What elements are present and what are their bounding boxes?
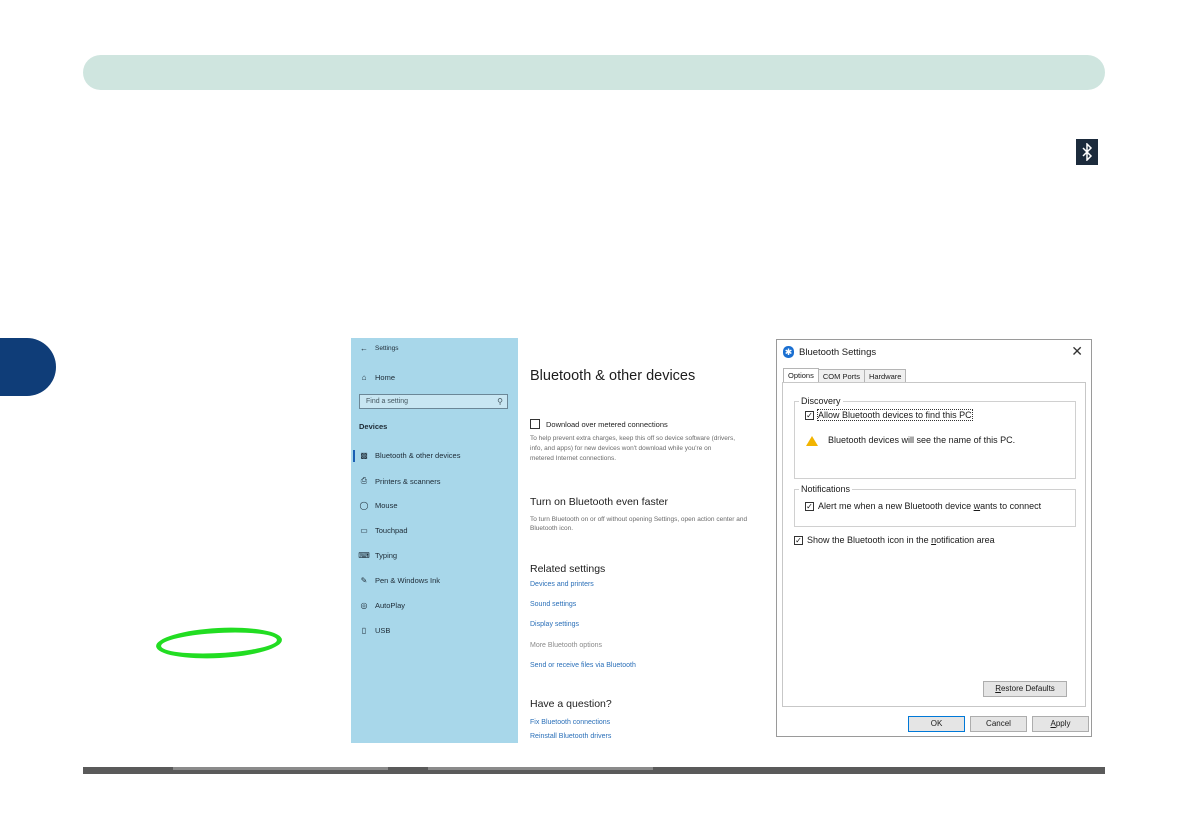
metered-desc-line: To help prevent extra charges, keep this… [530,435,736,442]
sidebar-item-typing[interactable]: ⌨ Typing [358,551,398,560]
sidebar-item-label: Typing [375,551,398,560]
link-display-settings[interactable]: Display settings [530,621,579,628]
link-sound-settings[interactable]: Sound settings [530,601,576,608]
sidebar-item-label: Touchpad [375,526,408,535]
sidebar-item-touchpad[interactable]: ▭ Touchpad [359,526,408,535]
discovery-legend: Discovery [799,396,843,406]
highlight-oval [155,624,283,662]
allow-discovery-checkbox[interactable]: ✓ [805,411,814,420]
sidebar-item-label: Home [375,373,396,382]
chapter-tab [0,338,56,396]
link-send-receive-files[interactable]: Send or receive files via Bluetooth [530,662,636,669]
dialog-tabs: Options COM Ports Hardware [783,368,907,385]
metered-label: Download over metered connections [546,420,668,429]
sidebar-item-usb[interactable]: ▯ USB [359,626,391,635]
category-label: Devices [359,422,388,431]
sidebar-item-mouse[interactable]: ◯ Mouse [359,501,398,510]
options-panel: Discovery ✓ Allow Bluetooth devices to f… [782,382,1086,707]
search-placeholder: Find a setting [366,398,409,405]
cancel-button[interactable]: Cancel [970,716,1027,732]
header-bar [83,55,1105,90]
pen-icon: ✎ [360,576,368,585]
link-more-bluetooth-options[interactable]: More Bluetooth options [530,642,602,649]
show-tray-icon-label: Show the Bluetooth icon in the notificat… [807,535,995,545]
discovery-warning: Bluetooth devices will see the name of t… [828,435,1016,445]
settings-titlebar: ← Settings [359,344,399,353]
printer-icon: ⎙ [360,476,368,485]
bluetooth-icon: ✱ [783,346,794,358]
link-devices-printers[interactable]: Devices and printers [530,581,594,588]
footer-highlight [428,767,653,770]
search-input[interactable]: Find a setting ⚲ [359,394,508,409]
ok-button[interactable]: OK [908,716,965,732]
warning-icon [806,436,818,446]
usb-icon: ▯ [361,626,367,635]
link-reinstall-drivers[interactable]: Reinstall Bluetooth drivers [530,733,611,740]
settings-sidebar: ← Settings ⌂ Home Find a setting ⚲ Devic… [351,338,518,743]
bluetooth-settings-dialog: ✱ Bluetooth Settings ✕ Options COM Ports… [776,339,1092,737]
sidebar-item-autoplay[interactable]: ◎ AutoPlay [359,601,406,610]
settings-window: ← Settings ⌂ Home Find a setting ⚲ Devic… [351,338,777,743]
footer-highlight [173,767,388,770]
restore-defaults-button[interactable]: Restore Defaults [983,681,1067,697]
mouse-icon: ◯ [359,501,369,510]
sidebar-item-label: Printers & scanners [375,476,441,486]
close-icon[interactable]: ✕ [1071,343,1083,360]
notifications-legend: Notifications [799,484,853,494]
alert-new-device-label: Alert me when a new Bluetooth device wan… [818,501,1042,511]
metered-desc-line: info, and apps) for new devices won't do… [530,445,712,452]
autoplay-icon: ◎ [360,601,368,610]
touchpad-icon: ▭ [360,526,368,535]
sidebar-item-bluetooth[interactable]: ▩ Bluetooth & other devices [359,451,460,460]
home-icon: ⌂ [361,373,367,382]
settings-content: Bluetooth & other devices Download over … [518,338,777,743]
page-title: Bluetooth & other devices [530,368,696,384]
metered-checkbox[interactable] [530,419,540,429]
footer-rule [83,767,1105,774]
keyboard-icon: ⌨ [358,551,370,560]
bluetooth-icon: ▩ [360,451,368,460]
selected-indicator [353,450,355,462]
related-title: Related settings [530,563,606,575]
dialog-title: Bluetooth Settings [799,347,877,358]
sidebar-item-printers[interactable]: ⎙ Printers & scanners [359,476,441,486]
sidebar-item-pen[interactable]: ✎ Pen & Windows Ink [359,576,440,585]
sidebar-item-label: Pen & Windows Ink [375,576,441,585]
sidebar-item-label: Mouse [375,501,398,510]
window-title: Settings [375,345,399,352]
question-title: Have a question? [530,698,612,710]
sidebar-item-label: AutoPlay [375,601,406,610]
link-fix-bluetooth[interactable]: Fix Bluetooth connections [530,719,610,726]
bluetooth-icon [1082,143,1093,161]
faster-title: Turn on Bluetooth even faster [530,496,668,508]
back-arrow-icon[interactable]: ← [359,344,369,353]
allow-discovery-label: Allow Bluetooth devices to find this PC [817,409,973,421]
metered-desc-line: metered Internet connections. [530,455,616,462]
alert-new-device-checkbox[interactable]: ✓ [805,502,814,511]
show-tray-icon-checkbox[interactable]: ✓ [794,536,803,545]
sidebar-item-label: USB [375,626,391,635]
search-icon: ⚲ [497,397,503,406]
category-heading: Devices [359,422,387,431]
apply-button[interactable]: Apply [1032,716,1089,732]
bluetooth-tray-icon [1076,139,1098,165]
sidebar-item-home[interactable]: ⌂ Home [359,373,395,382]
faster-desc-line: Bluetooth icon. [530,525,574,532]
sidebar-item-label: Bluetooth & other devices [375,451,461,460]
